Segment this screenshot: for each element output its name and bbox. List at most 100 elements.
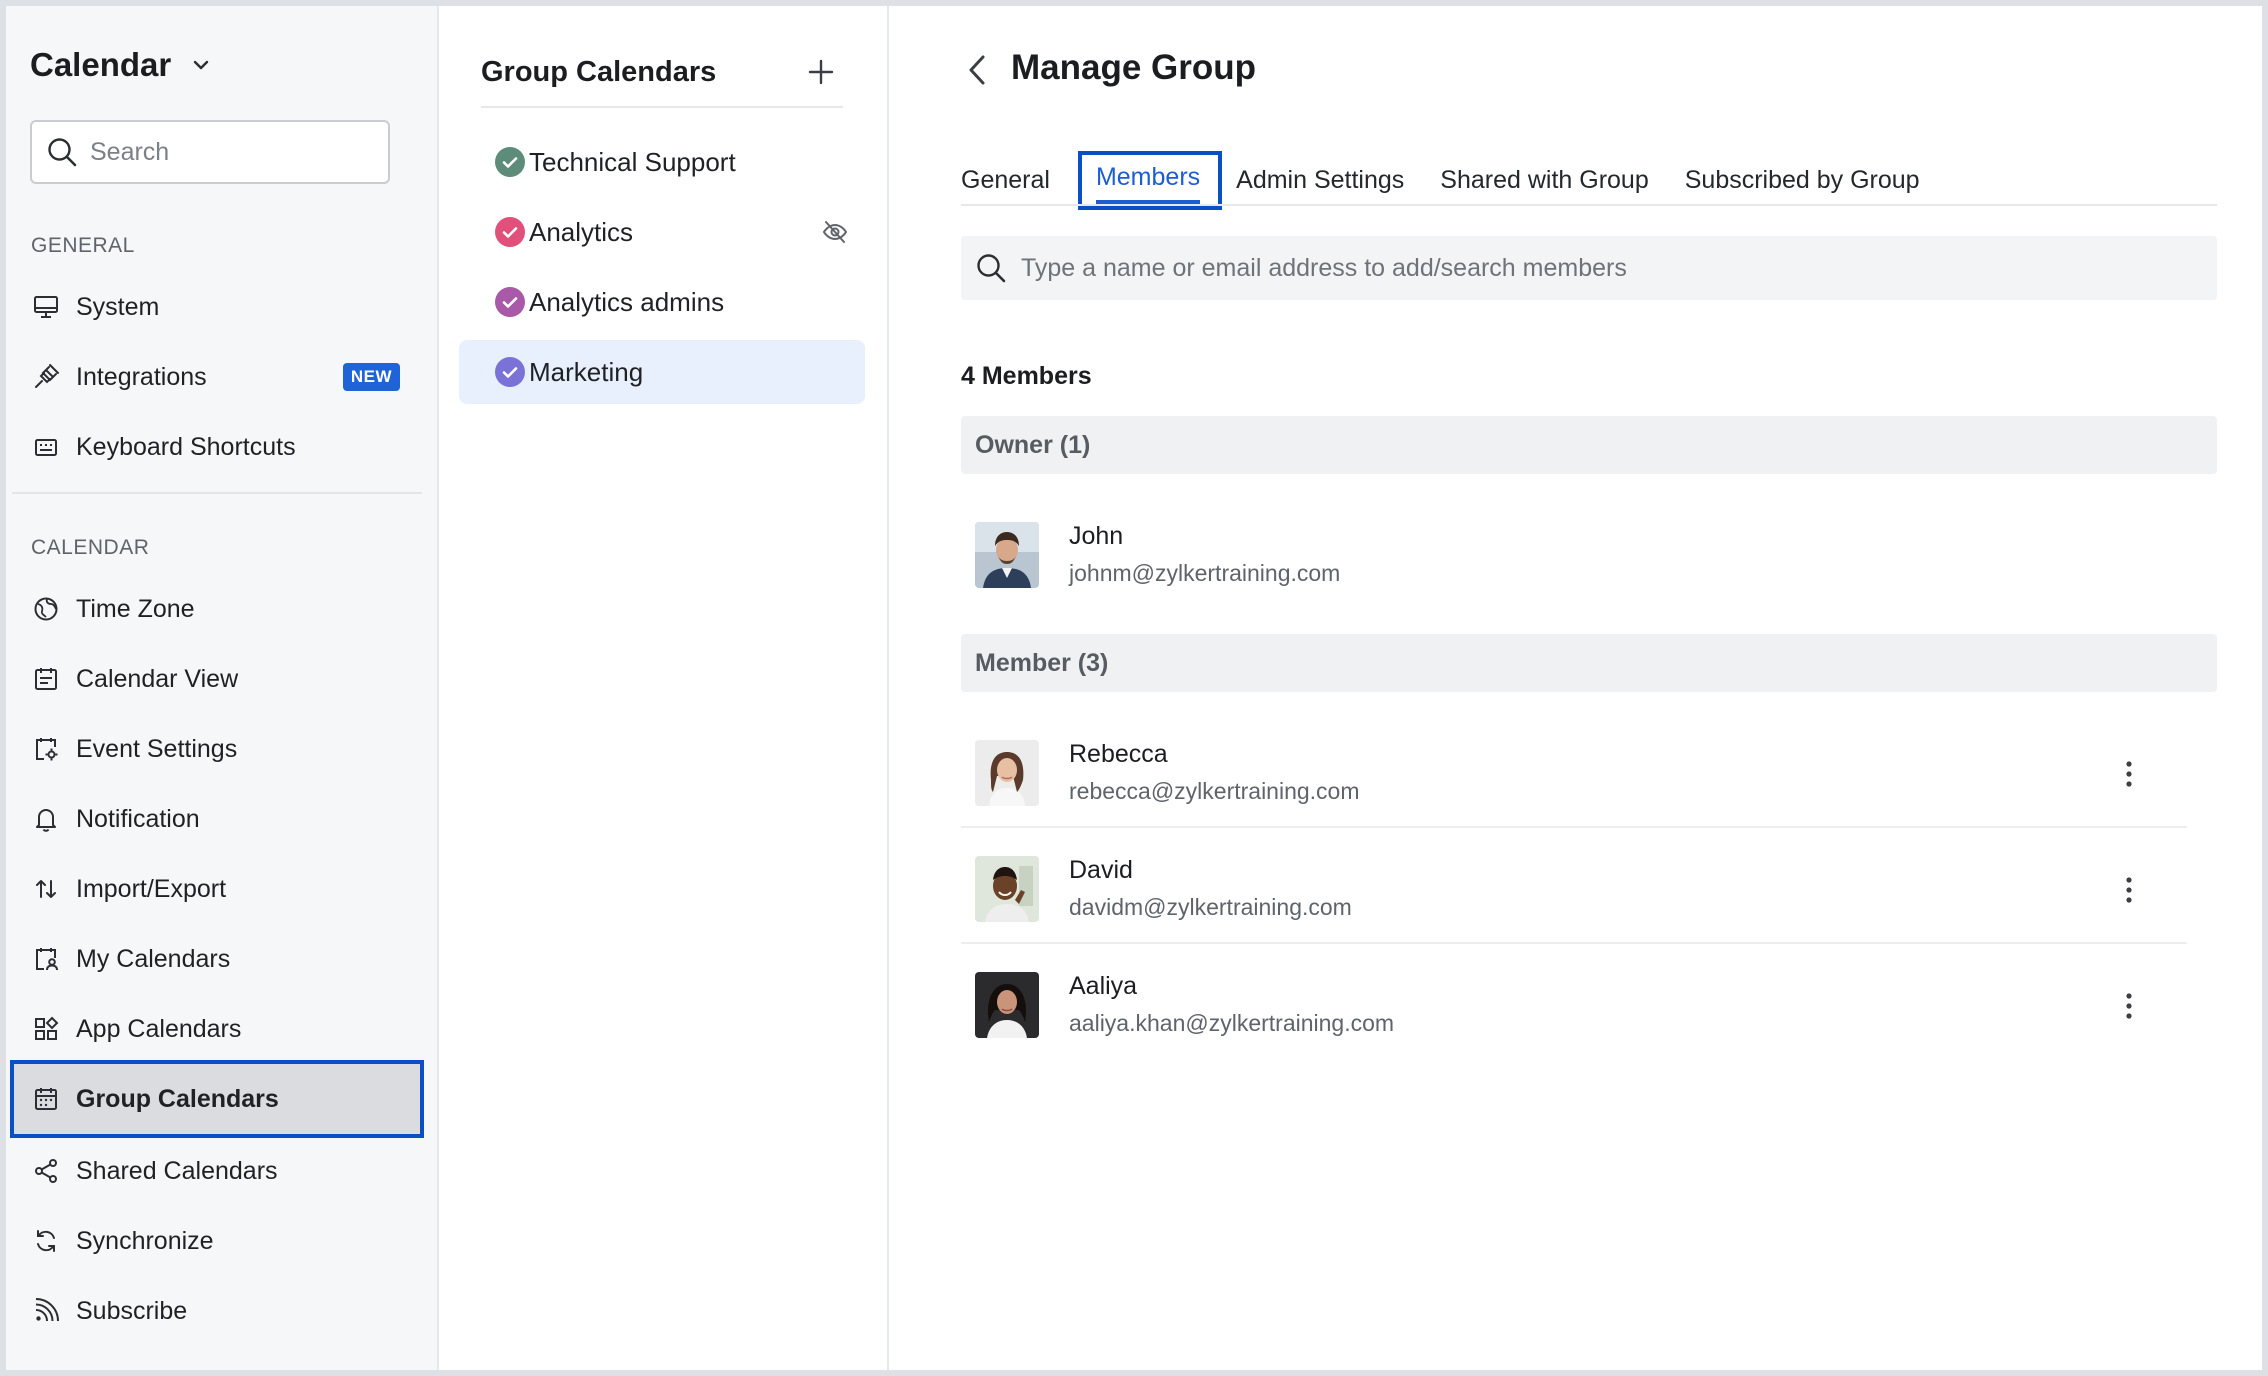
tab-shared-with-group[interactable]: Shared with Group xyxy=(1440,166,1648,195)
member-row: Rebecca rebecca@zylkertraining.com xyxy=(961,720,2187,836)
chevron-left-icon xyxy=(969,55,985,85)
monitor-icon xyxy=(32,293,60,321)
calendar-view-icon xyxy=(32,665,60,693)
group-calendars-icon xyxy=(32,1085,60,1113)
event-settings-icon xyxy=(32,735,60,763)
app-window: Calendar GENERAL System Integrations NEW… xyxy=(6,6,2262,1370)
eye-off-icon[interactable] xyxy=(821,218,849,246)
sidebar-item-label: Group Calendars xyxy=(76,1084,279,1113)
member-email: johnm@zylkertraining.com xyxy=(1069,560,1341,586)
sidebar-item-label: Keyboard Shortcuts xyxy=(76,432,296,461)
avatar xyxy=(975,522,1039,588)
group-calendar-label: Technical Support xyxy=(529,146,736,177)
member-email: rebecca@zylkertraining.com xyxy=(1069,778,1360,804)
member-count: 4 Members xyxy=(961,362,1092,390)
sidebar-search-input[interactable] xyxy=(90,137,370,167)
panel-divider xyxy=(481,106,843,108)
member-section-header: Member (3) xyxy=(961,634,2217,692)
add-group-button[interactable] xyxy=(803,54,839,90)
group-calendar-item[interactable]: Technical Support xyxy=(459,130,865,194)
sidebar-item-group-calendars[interactable]: Group Calendars xyxy=(10,1060,424,1138)
member-more-button[interactable] xyxy=(2117,872,2141,908)
import-export-icon xyxy=(32,875,60,903)
sidebar-item-time-zone[interactable]: Time Zone xyxy=(12,578,422,640)
member-more-button[interactable] xyxy=(2117,988,2141,1024)
member-name: Rebecca xyxy=(1069,740,1168,768)
sidebar-item-event-settings[interactable]: Event Settings xyxy=(12,718,422,780)
section-label-general: GENERAL xyxy=(31,234,135,257)
sidebar-search[interactable] xyxy=(30,120,390,184)
back-button[interactable] xyxy=(959,50,995,90)
more-vertical-icon xyxy=(2126,761,2132,787)
owner-section-header: Owner (1) xyxy=(961,416,2217,474)
member-search[interactable] xyxy=(961,236,2217,300)
sidebar-divider xyxy=(12,492,422,494)
avatar xyxy=(975,856,1039,922)
check-circle-icon[interactable] xyxy=(495,217,525,247)
manage-group-panel: Manage Group General Members Admin Setti… xyxy=(889,6,2262,1370)
sidebar-item-subscribe[interactable]: Subscribe xyxy=(12,1280,422,1342)
member-name: David xyxy=(1069,856,1133,884)
check-circle-icon[interactable] xyxy=(495,147,525,177)
sidebar-item-label: Synchronize xyxy=(76,1226,214,1255)
search-icon xyxy=(48,138,77,167)
sidebar-item-import-export[interactable]: Import/Export xyxy=(12,858,422,920)
sidebar-item-integrations[interactable]: Integrations NEW xyxy=(12,346,422,408)
group-calendars-panel: Group Calendars Technical Support Analyt… xyxy=(439,6,889,1370)
sidebar-item-label: Shared Calendars xyxy=(76,1156,278,1185)
sidebar-item-label: App Calendars xyxy=(76,1014,242,1043)
sidebar-item-app-calendars[interactable]: App Calendars xyxy=(12,998,422,1060)
group-calendar-item-selected[interactable]: Marketing xyxy=(459,340,865,404)
group-calendar-label: Analytics xyxy=(529,216,634,247)
member-email: davidm@zylkertraining.com xyxy=(1069,894,1352,920)
page-title: Manage Group xyxy=(1011,48,1257,87)
sidebar-item-my-calendars[interactable]: My Calendars xyxy=(12,928,422,990)
sidebar-item-notification[interactable]: Notification xyxy=(12,788,422,850)
member-row: Aaliya aaliya.khan@zylkertraining.com xyxy=(961,952,2187,1068)
sidebar-item-label: Event Settings xyxy=(76,734,238,763)
row-divider xyxy=(961,942,2187,944)
member-search-input[interactable] xyxy=(1021,253,2171,283)
tabs-divider xyxy=(961,204,2217,206)
settings-sidebar: Calendar GENERAL System Integrations NEW… xyxy=(6,6,439,1370)
app-title: Calendar xyxy=(30,46,172,83)
plug-icon xyxy=(32,363,60,391)
rss-icon xyxy=(32,1297,60,1325)
sync-icon xyxy=(32,1227,60,1255)
app-switcher[interactable]: Calendar xyxy=(30,46,211,84)
more-vertical-icon xyxy=(2126,993,2132,1019)
search-icon xyxy=(977,254,1006,283)
sidebar-item-calendar-view[interactable]: Calendar View xyxy=(12,648,422,710)
sidebar-item-label: Integrations xyxy=(76,362,207,391)
tab-subscribed-by-group[interactable]: Subscribed by Group xyxy=(1685,166,1920,195)
plus-icon xyxy=(808,59,834,85)
sidebar-item-label: My Calendars xyxy=(76,944,231,973)
member-more-button[interactable] xyxy=(2117,756,2141,792)
sidebar-item-label: Time Zone xyxy=(76,594,195,623)
check-circle-icon[interactable] xyxy=(495,357,525,387)
sidebar-item-label: System xyxy=(76,292,160,321)
sidebar-item-shared-calendars[interactable]: Shared Calendars xyxy=(12,1140,422,1202)
group-calendar-label: Analytics admins xyxy=(529,286,725,317)
tab-members[interactable]: Members xyxy=(1077,150,1223,210)
my-calendars-icon xyxy=(32,945,60,973)
sidebar-item-synchronize[interactable]: Synchronize xyxy=(12,1210,422,1272)
check-circle-icon[interactable] xyxy=(495,287,525,317)
member-email: aaliya.khan@zylkertraining.com xyxy=(1069,1010,1395,1036)
tab-admin-settings[interactable]: Admin Settings xyxy=(1236,166,1404,195)
sidebar-item-system[interactable]: System xyxy=(12,276,422,338)
member-name: Aaliya xyxy=(1069,972,1138,1000)
more-vertical-icon xyxy=(2126,877,2132,903)
member-name: John xyxy=(1069,522,1124,550)
sidebar-item-keyboard-shortcuts[interactable]: Keyboard Shortcuts xyxy=(12,416,422,478)
group-calendar-item[interactable]: Analytics xyxy=(459,200,865,264)
avatar xyxy=(975,740,1039,806)
tab-general[interactable]: General xyxy=(961,166,1050,195)
keyboard-icon xyxy=(32,433,60,461)
chevron-down-icon xyxy=(194,60,209,70)
group-calendar-item[interactable]: Analytics admins xyxy=(459,270,865,334)
row-divider xyxy=(961,826,2187,828)
member-row: David davidm@zylkertraining.com xyxy=(961,836,2187,952)
globe-icon xyxy=(32,595,60,623)
avatar xyxy=(975,972,1039,1038)
